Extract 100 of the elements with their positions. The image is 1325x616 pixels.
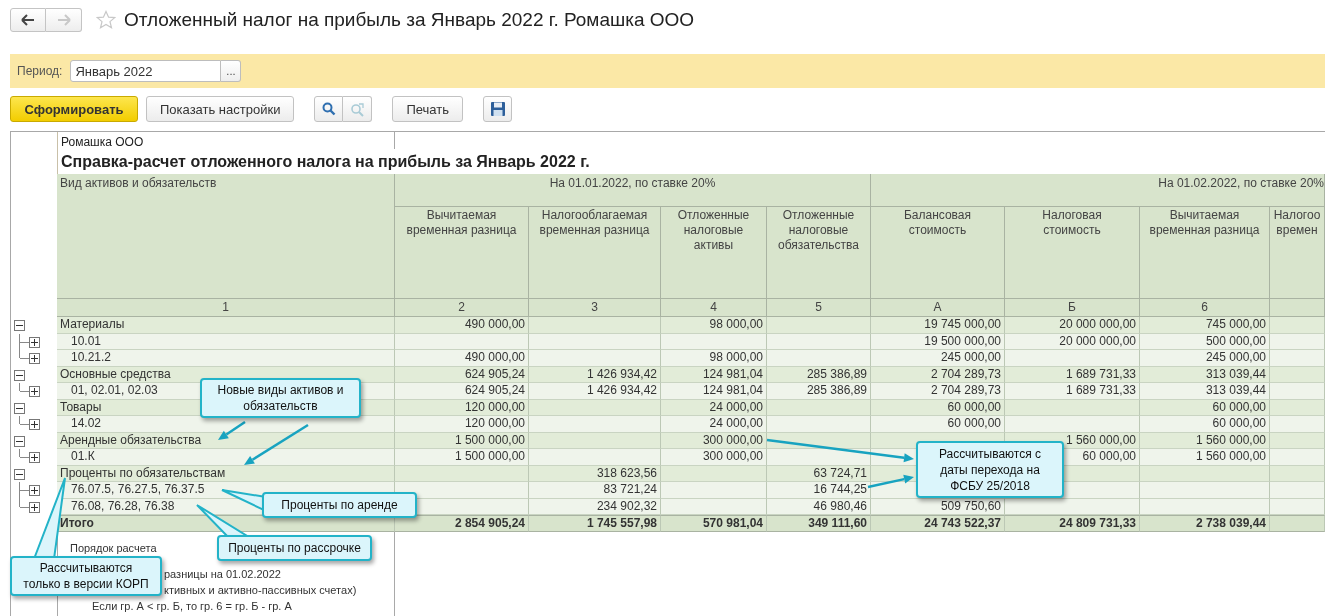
callout: Рассчитываются с даты перехода на ФСБУ 25/2018: [916, 441, 1064, 498]
toolbar-button[interactable]: Печать: [392, 96, 463, 122]
collapse-icon[interactable]: [14, 320, 25, 331]
arrow: [867, 474, 914, 489]
table-cell: 98 000,00: [661, 350, 767, 367]
table-cell: 2 854 905,24: [395, 515, 529, 532]
forward-arrow-icon: [56, 14, 71, 26]
collapse-icon[interactable]: [14, 402, 25, 414]
star-icon[interactable]: [96, 10, 116, 30]
expand-icon[interactable]: [29, 485, 40, 496]
table-cell: 1 500 000,00: [395, 449, 529, 466]
column-number: 4: [661, 299, 767, 317]
back-arrow-icon: [21, 14, 35, 26]
column-header: Налогоо времен: [1270, 207, 1325, 299]
collapse-icon[interactable]: [14, 435, 25, 447]
table-cell: [1270, 317, 1325, 334]
expand-icon[interactable]: [29, 336, 40, 348]
table-cell: 19 745 000,00: [871, 317, 1005, 334]
column-header: Налогооблагаемая временная разница: [529, 207, 661, 299]
column-header: Отложенные налоговые обязательства: [767, 207, 871, 299]
table-cell: [1270, 383, 1325, 400]
table-cell: 124 981,04: [661, 383, 767, 400]
column-number: 2: [395, 299, 529, 317]
window-title: Отложенный налог на прибыль за Январь 2022 г. Ромашка ООО: [124, 9, 695, 31]
expand-icon[interactable]: [29, 452, 40, 463]
column-header: Вид активов и обязательств: [57, 174, 395, 299]
table-cell: 349 111,60: [767, 515, 871, 532]
column-number: 3: [529, 299, 661, 317]
table-cell: 60 000,00: [1140, 416, 1270, 433]
table-cell: 1 560 000,00: [1140, 449, 1270, 466]
period-label: Период:: [17, 64, 63, 78]
table-cell: 245 000,00: [871, 350, 1005, 367]
group-label: Материалы: [57, 317, 395, 334]
expand-icon[interactable]: [29, 419, 40, 430]
expand-icon[interactable]: [29, 353, 40, 364]
column-header: Вычитаемая временная разница: [1140, 207, 1270, 299]
column-number: 6: [1140, 299, 1270, 317]
table-cell: 24 809 731,33: [1005, 515, 1140, 532]
table-cell: 570 981,04: [661, 515, 767, 532]
table-cell: 624 905,24: [395, 383, 529, 400]
table-cell: 2 704 289,73: [871, 383, 1005, 400]
collapse-icon[interactable]: [14, 468, 25, 480]
table-cell: 20 000 000,00: [1005, 317, 1140, 334]
column-number: 5: [767, 299, 871, 317]
callout: Новые виды активов и обязательств: [200, 378, 361, 418]
table-cell: 24 743 522,37: [871, 515, 1005, 532]
table-cell: 1 745 557,98: [529, 515, 661, 532]
table-cell: 1 426 934,42: [529, 383, 661, 400]
table-cell: [1270, 350, 1325, 367]
note-text: Если гр. А < гр. Б, то гр. 6 = гр. Б - гр. А: [92, 599, 292, 612]
table-cell: 300 000,00: [661, 449, 767, 466]
note-text: разницы на 01.02.2022: [164, 567, 281, 580]
row-label: 10.21.2: [57, 350, 395, 367]
search-button[interactable]: [314, 96, 344, 122]
save-button[interactable]: [483, 96, 512, 122]
search-refresh-icon: [349, 101, 365, 117]
table-cell: [1270, 515, 1325, 532]
table-cell: 120 000,00: [395, 416, 529, 433]
collapse-icon[interactable]: [14, 369, 25, 381]
save-icon: [489, 101, 506, 117]
table-cell: 1 689 731,33: [1005, 383, 1140, 400]
table-cell: [1270, 416, 1325, 433]
table-cell: 490 000,00: [395, 350, 529, 367]
period-field[interactable]: Январь 2022: [70, 60, 222, 82]
table-cell: 490 000,00: [395, 317, 529, 334]
column-number: 1: [57, 299, 395, 317]
callout: Проценты по рассрочке: [217, 535, 372, 561]
table-cell: 745 000,00: [1140, 317, 1270, 334]
organization-name: Ромашка ООО: [57, 132, 395, 149]
table-cell: [1270, 299, 1325, 317]
column-header: Отложенные налоговые активы: [661, 207, 767, 299]
note-text: Порядок расчета: [70, 541, 157, 554]
column-header: Налоговая стоимость: [1005, 207, 1140, 299]
table-cell: [1270, 449, 1325, 466]
table-cell: 2 738 039,44: [1140, 515, 1270, 532]
row-label: 01.К: [57, 449, 395, 466]
column-number: Б: [1005, 299, 1140, 317]
table-cell: 83 721,24: [529, 482, 661, 499]
note-text: ктивных и активно-пассивных счетах): [164, 583, 357, 596]
column-header: Вычитаемая временная разница: [395, 207, 529, 299]
table-cell: 60 000,00: [871, 416, 1005, 433]
column-header: Балансовая стоимость: [871, 207, 1005, 299]
toolbar-button[interactable]: Показать настройки: [146, 96, 295, 122]
search-icon: [321, 102, 336, 116]
generate-button[interactable]: Сформировать: [10, 96, 138, 122]
row-label: 14.02: [57, 416, 395, 433]
table-cell: 245 000,00: [1140, 350, 1270, 367]
column-group-header: На 01.02.2022, по ставке 20%: [871, 174, 1325, 207]
expand-icon[interactable]: [29, 501, 40, 513]
expand-icon[interactable]: [29, 386, 40, 397]
back-button[interactable]: [10, 8, 46, 32]
table-cell: 313 039,44: [1140, 383, 1270, 400]
table-cell: 285 386,89: [767, 383, 871, 400]
table-cell: 16 744,25: [767, 482, 871, 499]
table-cell: 24 000,00: [661, 416, 767, 433]
column-number: А: [871, 299, 1005, 317]
select-button[interactable]: ...: [221, 60, 242, 82]
table-cell: 98 000,00: [661, 317, 767, 334]
table-cell: [1270, 482, 1325, 499]
column-group-header: На 01.01.2022, по ставке 20%: [395, 174, 871, 207]
